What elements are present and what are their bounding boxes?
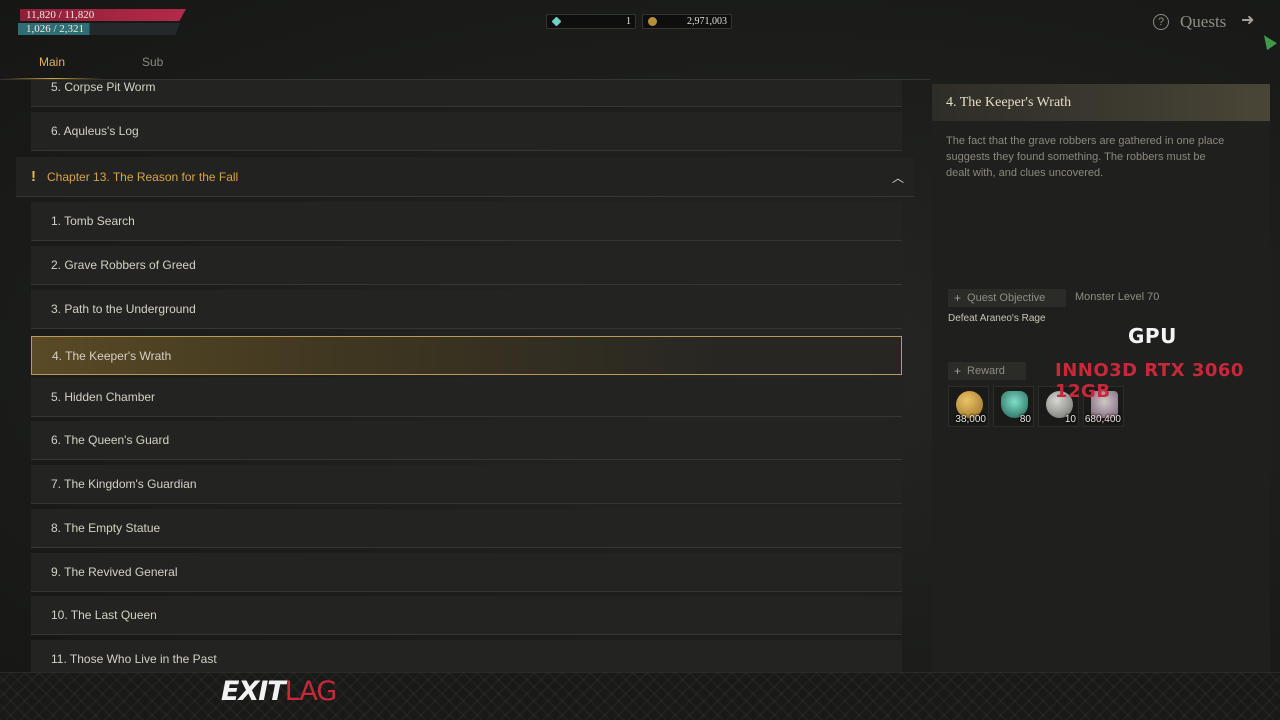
quest-item[interactable]: 6. Aquleus's Log xyxy=(31,112,902,151)
quest-item[interactable]: 10. The Last Queen xyxy=(31,596,902,635)
reward-label: Reward xyxy=(967,365,1005,377)
top-bar: 11,820 / 11,820 1,026 / 2,321 1 2,971,00… xyxy=(0,0,1280,51)
quest-item[interactable]: 1. Tomb Search xyxy=(31,202,902,241)
currency-gold: 2,971,003 xyxy=(642,14,732,29)
quest-item[interactable]: 11. Those Who Live in the Past xyxy=(31,640,902,672)
quest-item[interactable]: 5. Corpse Pit Worm xyxy=(31,80,902,107)
gpu-overlay-label: GPU xyxy=(1128,324,1177,348)
plus-icon: + xyxy=(954,291,962,305)
quest-description: The fact that the grave robbers are gath… xyxy=(946,135,1225,179)
quest-objective-button[interactable]: + Quest Objective xyxy=(948,289,1066,307)
reward-qty: 10 xyxy=(1064,414,1076,425)
quest-item[interactable]: 5. Hidden Chamber xyxy=(31,378,902,417)
coin-icon xyxy=(648,17,657,26)
currency-value: 2,971,003 xyxy=(687,16,727,27)
quest-item[interactable]: 8. The Empty Statue xyxy=(31,509,902,548)
gpu-overlay-model: INNO3D RTX 3060 12GB xyxy=(1055,360,1244,402)
currency-value: 1 xyxy=(626,16,631,27)
reward-item[interactable]: 38,000 xyxy=(948,386,989,427)
quest-item[interactable]: 6. The Queen's Guard xyxy=(31,421,902,460)
quest-item[interactable]: 9. The Revived General xyxy=(31,553,902,592)
quest-item[interactable]: 2. Grave Robbers of Greed xyxy=(31,246,902,285)
quest-list[interactable]: 5. Corpse Pit Worm 6. Aquleus's Log ! Ch… xyxy=(0,80,930,672)
reward-qty: 38,000 xyxy=(955,414,986,425)
reward-qty: 80 xyxy=(1019,414,1031,425)
help-icon[interactable]: ? xyxy=(1153,14,1169,30)
watermark-part: EXIT xyxy=(221,676,286,707)
exit-icon[interactable]: ➜ xyxy=(1241,12,1259,30)
gem-icon xyxy=(551,16,562,27)
quest-objective-label: Quest Objective xyxy=(967,292,1046,304)
chapter-header[interactable]: ! Chapter 13. The Reason for the Fall ︿ xyxy=(16,157,914,197)
bottom-decorative-border xyxy=(0,672,1280,720)
chevron-up-icon[interactable]: ︿ xyxy=(892,169,904,186)
quest-tabs: Main Sub xyxy=(0,48,1280,80)
quest-item-selected[interactable]: 4. The Keeper's Wrath xyxy=(31,336,902,375)
mp-text: 1,026 / 2,321 xyxy=(26,23,85,35)
tab-main[interactable]: Main xyxy=(39,55,65,69)
quest-item[interactable]: 7. The Kingdom's Guardian xyxy=(31,465,902,504)
reward-button[interactable]: + Reward xyxy=(948,362,1026,380)
quest-title: 4. The Keeper's Wrath xyxy=(932,84,1270,121)
chapter-title: Chapter 13. The Reason for the Fall xyxy=(47,169,239,184)
tab-sub[interactable]: Sub xyxy=(142,55,163,69)
objective-text: Defeat Araneo's Rage xyxy=(948,313,1046,324)
quest-item[interactable]: 3. Path to the Underground xyxy=(31,290,902,329)
watermark-logo: EXITLAG xyxy=(221,676,338,707)
currency-gem: 1 xyxy=(546,14,636,29)
reward-qty: 680,400 xyxy=(1084,414,1121,425)
monster-level: Monster Level 70 xyxy=(1075,291,1160,303)
exclamation-icon: ! xyxy=(31,168,36,185)
hp-text: 11,820 / 11,820 xyxy=(26,9,95,21)
plus-icon: + xyxy=(954,364,962,378)
reward-item[interactable]: 80 xyxy=(993,386,1034,427)
page-title: Quests xyxy=(1180,12,1227,31)
watermark-part: LAG xyxy=(284,676,338,707)
